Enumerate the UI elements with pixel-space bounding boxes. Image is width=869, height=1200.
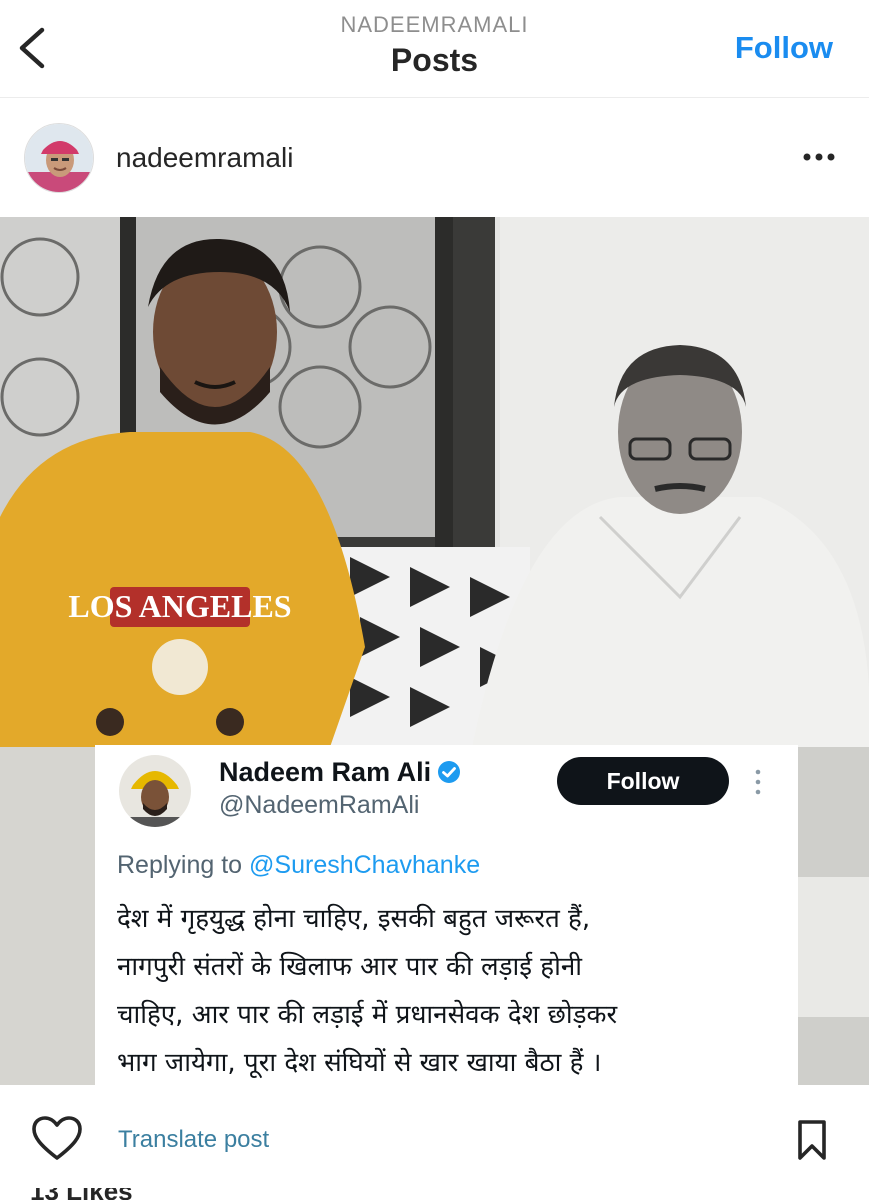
post-actions-bar: Translate post 13 Likes [0,1090,869,1200]
tweet-replying-to: Replying to @SureshChavhanke [117,851,480,880]
top-bar: NADEEMRAMALI Posts Follow [0,0,869,98]
like-button[interactable] [30,1114,84,1162]
replying-mention: @SureshChavhanke [249,851,481,879]
save-button[interactable] [795,1118,829,1162]
tweet-body: देश में गृहयुद्ध होना चाहिए, इसकी बहुत ज… [117,895,787,1085]
tweet-author-handle: @NadeemRamAli [219,791,420,819]
tweet-author-name: Nadeem Ram Ali [219,757,461,788]
verified-badge-icon [438,761,461,783]
likes-count-text: 13 Likes [30,1188,150,1200]
avatar[interactable] [24,123,94,193]
tweet-follow-button: Follow [557,757,729,805]
tweet-line: नागपुरी संतरों के खिलाफ आर पार की लड़ाई … [117,952,582,982]
tweet-line: भाग जायेगा, पूरा देश संघियों से खार खाया… [117,1048,602,1078]
tweet-line: चाहिए, आर पार की लड़ाई में प्रधानसेवक दे… [117,1000,618,1030]
embedded-tweet-card: Nadeem Ram Ali @NadeemRamAli Follow Repl… [95,745,798,1085]
likes-count[interactable]: 13 Likes [30,1188,150,1200]
tweet-line: देश में गृहयुद्ध होना चाहिए, इसकी बहुत ज… [117,904,591,934]
tweet-author-name-text: Nadeem Ram Ali [219,757,432,787]
svg-text:LOS ANGELES: LOS ANGELES [68,588,291,624]
bookmark-icon [798,1120,826,1160]
tweet-more-icon [751,767,765,797]
replying-prefix: Replying to [117,851,250,879]
translate-post-link[interactable]: Translate post [118,1126,269,1154]
post-photo[interactable]: LOS ANGELES Nadeem Ram Ali @NadeemRamAli… [0,217,869,1085]
more-horizontal-icon [803,153,835,161]
heart-icon [32,1116,82,1160]
more-options-button[interactable] [799,142,839,172]
follow-button[interactable]: Follow [735,30,833,66]
post-author-row: nadeemramali [0,112,869,204]
tweet-avatar [119,755,191,827]
post-author-username[interactable]: nadeemramali [116,142,293,174]
